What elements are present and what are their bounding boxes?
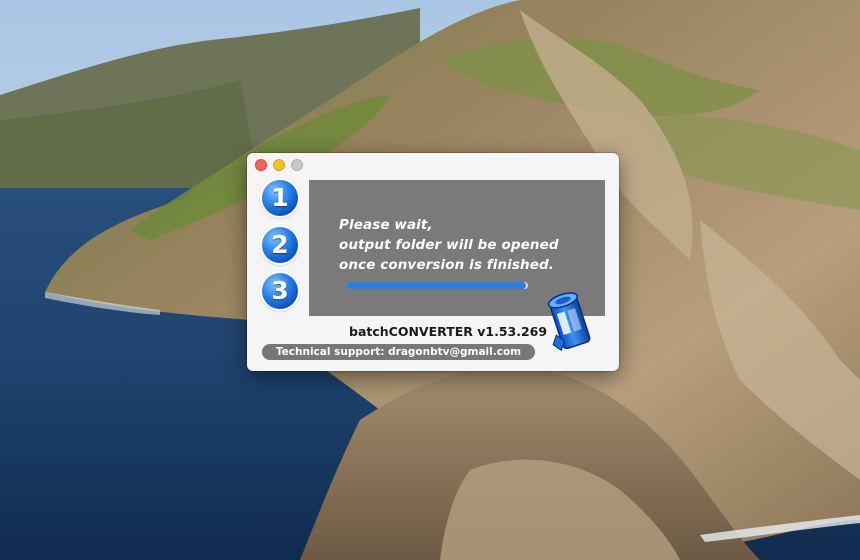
step-2-badge: 2 [262,227,298,263]
step-3-badge: 3 [262,273,298,309]
progress-fill [346,282,527,289]
close-button-icon[interactable] [255,159,267,171]
technical-support-link[interactable]: Technical support: dragonbtv@gmail.com [262,344,535,360]
film-canister-icon [547,292,591,352]
status-line-2: output folder will be opened [339,237,559,253]
step-1-badge: 1 [262,180,298,216]
minimize-button-icon[interactable] [273,159,285,171]
status-line-1: Please wait, [339,217,433,233]
window-controls [255,159,303,171]
app-version-label: batchCONVERTER v1.53.269 [349,324,548,339]
conversion-progress-bar [346,282,528,289]
zoom-button-icon[interactable] [291,159,303,171]
status-line-3: once conversion is finished. [339,257,554,273]
converter-window: 1 2 3 Please wait, output folder will be… [247,153,619,371]
